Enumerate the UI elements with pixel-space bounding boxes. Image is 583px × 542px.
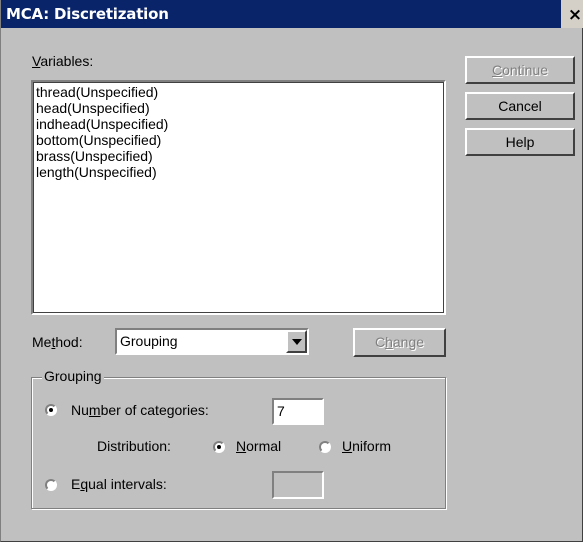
radio-selected-dot	[217, 445, 221, 449]
list-item[interactable]: indhead(Unspecified)	[36, 116, 168, 132]
variables-list: thread(Unspecified) head(Unspecified) indh…	[36, 84, 168, 180]
uniform-radio[interactable]	[319, 441, 331, 453]
normal-label: Normal	[236, 438, 282, 454]
title-bar[interactable]: MCA: Discretization ×	[1, 0, 583, 28]
radio-selected-dot	[49, 408, 53, 412]
list-item[interactable]: head(Unspecified)	[36, 100, 168, 116]
number-of-categories-radio[interactable]	[45, 404, 57, 416]
continue-button[interactable]: Continue	[465, 56, 575, 84]
list-item[interactable]: brass(Unspecified)	[36, 148, 168, 164]
list-item[interactable]: bottom(Unspecified)	[36, 132, 168, 148]
method-label: Method:	[32, 334, 83, 350]
number-of-categories-label: Number of categories:	[71, 402, 209, 418]
method-dropdown[interactable]: Grouping	[115, 328, 309, 355]
normal-radio[interactable]	[213, 441, 225, 453]
close-icon[interactable]: ×	[566, 6, 583, 24]
list-item[interactable]: thread(Unspecified)	[36, 84, 168, 100]
variables-label: Variables:	[32, 53, 94, 69]
window-title: MCA: Discretization	[6, 5, 169, 23]
method-selected-value: Grouping	[120, 333, 178, 349]
equal-intervals-label: Equal intervals:	[71, 476, 167, 492]
grouping-legend: Grouping	[42, 368, 104, 384]
list-item[interactable]: length(Unspecified)	[36, 164, 168, 180]
uniform-label: Uniform	[342, 438, 392, 454]
help-button[interactable]: Help	[465, 128, 575, 156]
distribution-label: Distribution:	[97, 438, 171, 454]
equal-intervals-radio[interactable]	[45, 479, 57, 491]
mca-discretization-dialog: MCA: Discretization × Variables: thread(…	[0, 0, 583, 542]
equal-intervals-input[interactable]	[272, 471, 324, 499]
cancel-button[interactable]: Cancel	[465, 92, 575, 120]
variables-listbox[interactable]: thread(Unspecified) head(Unspecified) indh…	[31, 80, 446, 315]
chevron-down-icon[interactable]	[286, 330, 307, 353]
change-button[interactable]: Change	[353, 328, 446, 357]
number-of-categories-input[interactable]: 7	[272, 398, 324, 425]
